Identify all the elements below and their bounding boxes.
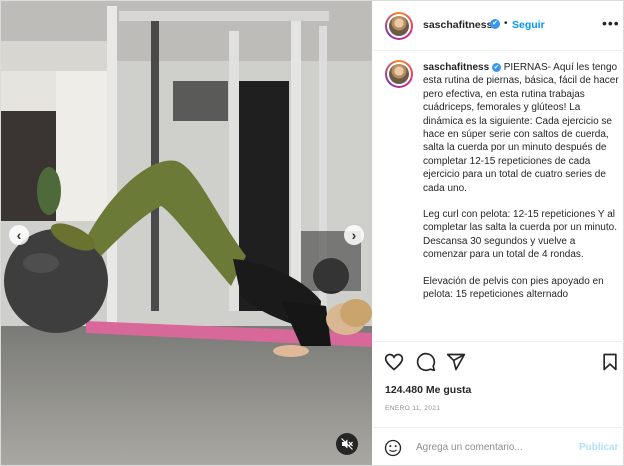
share-icon[interactable] [446, 352, 466, 372]
caption-paragraph: Leg curl con pelota: 12-15 repeticiones … [423, 209, 617, 261]
more-options-icon[interactable]: ••• [602, 15, 620, 31]
post-dialog: ‹ › saschafitness ✔ • Seguir ••• saschaf… [0, 0, 624, 466]
previous-arrow-button[interactable]: ‹ [9, 225, 29, 245]
caption-paragraph: Elevación de pelvis con pies apoyado en … [423, 275, 604, 301]
comment-icon[interactable] [416, 352, 436, 372]
caption-text: saschafitness ✔ PIERNAS- Aquí les tengo … [423, 61, 619, 315]
caption-section: saschafitness ✔ PIERNAS- Aquí les tengo … [373, 51, 624, 341]
likes-count[interactable]: 124.480 Me gusta [385, 384, 471, 396]
post-date[interactable]: ENERO 11, 2021 [385, 405, 440, 412]
bookmark-icon[interactable] [601, 352, 619, 372]
post-header: saschafitness ✔ • Seguir ••• [373, 1, 624, 51]
publish-button[interactable]: Publicar [579, 442, 618, 453]
comment-bar: Agrega un comentario... Publicar [373, 427, 624, 466]
next-arrow-button[interactable]: › [344, 225, 364, 245]
smiley-icon[interactable] [384, 439, 402, 457]
avatar[interactable] [385, 12, 413, 40]
heart-icon[interactable] [384, 352, 404, 372]
verified-badge-icon: ✔ [490, 19, 500, 29]
separator-dot: • [504, 18, 508, 29]
caption-username-link[interactable]: saschafitness [423, 62, 489, 73]
username-link[interactable]: saschafitness [423, 19, 492, 31]
verified-badge-icon: ✔ [491, 63, 501, 72]
mute-button[interactable] [336, 433, 358, 455]
video-frame [1, 1, 372, 465]
post-video[interactable]: ‹ › [1, 1, 372, 465]
caption-avatar[interactable] [385, 60, 413, 88]
follow-button[interactable]: Seguir [512, 19, 545, 31]
muted-speaker-icon [341, 438, 353, 450]
post-details-panel: saschafitness ✔ • Seguir ••• saschafitne… [373, 1, 624, 465]
comment-input[interactable]: Agrega un comentario... [416, 442, 523, 453]
caption-body: PIERNAS- Aquí les tengo esta rutina de p… [423, 62, 619, 194]
action-bar: 124.480 Me gusta ENERO 11, 2021 [373, 341, 624, 422]
